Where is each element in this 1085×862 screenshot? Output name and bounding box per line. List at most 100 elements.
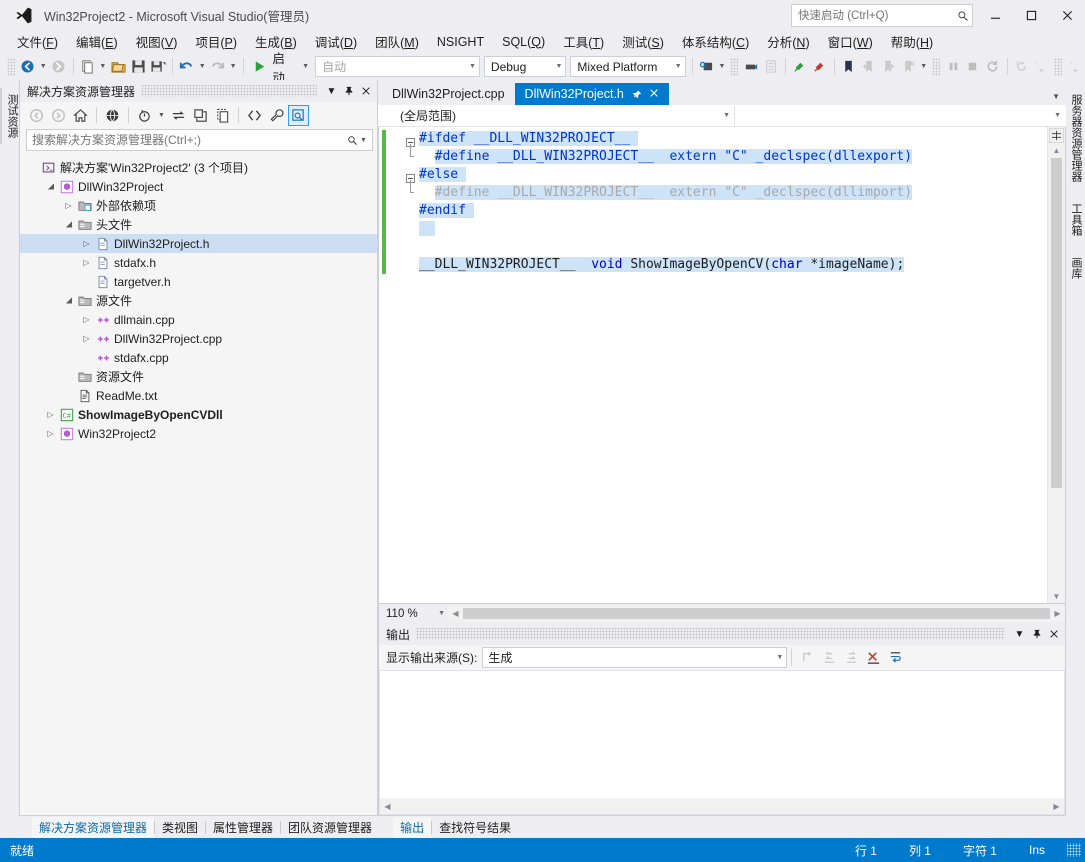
chevron-right-icon[interactable]: ▷ — [80, 258, 93, 267]
toolbar-grip-4[interactable] — [1054, 57, 1063, 76]
scroll-up-arrow[interactable]: ▲ — [1049, 143, 1064, 157]
toolbar-grip-2[interactable] — [730, 57, 739, 76]
chevron-right-icon[interactable]: ▷ — [80, 334, 93, 343]
scroll-right-arrow[interactable]: ▶ — [1050, 609, 1065, 618]
toggle-wordwrap-icon[interactable] — [884, 647, 906, 668]
scroll-down-arrow[interactable]: ▼ — [1049, 589, 1064, 603]
output-menu-icon[interactable]: ▼ — [1011, 625, 1028, 643]
navigate-backward-icon[interactable] — [18, 56, 38, 78]
editor-horizontal-scrollbar[interactable]: ◀ ▶ — [448, 605, 1065, 622]
menu-item-14[interactable]: 窗口(W) — [819, 30, 882, 53]
pin-icon[interactable] — [632, 88, 642, 101]
horizontal-scroll-thumb[interactable] — [463, 608, 1050, 619]
menu-item-3[interactable]: 视图(V) — [127, 30, 187, 53]
tree-item[interactable]: ▷ Win32Project2 — [20, 424, 377, 443]
chevron-down-icon[interactable]: ◢ — [46, 180, 55, 193]
menu-item-1[interactable]: 文件(F) — [8, 30, 67, 53]
dock-tab-1[interactable]: 解决方案资源管理器 — [32, 816, 155, 838]
output-horizontal-scrollbar[interactable]: ◀ ▶ — [379, 798, 1065, 815]
pin-icon[interactable] — [340, 82, 357, 100]
undo-icon[interactable] — [177, 56, 197, 78]
attach-to-process-icon[interactable] — [697, 56, 717, 78]
clear-all-icon[interactable] — [862, 647, 884, 668]
dock-tab-6[interactable]: 查找符号结果 — [432, 817, 518, 838]
chevron-right-icon[interactable]: ▷ — [62, 201, 75, 210]
pending-changes-icon[interactable] — [134, 105, 155, 126]
dock-tab-5[interactable]: 输出 — [393, 816, 432, 838]
code-view-icon[interactable] — [244, 105, 265, 126]
toolbar-grip[interactable] — [7, 57, 15, 76]
tree-item[interactable]: ◢ 源文件 — [20, 291, 377, 310]
splitter-handle[interactable] — [1049, 128, 1064, 143]
add-bookmark-icon[interactable] — [790, 56, 810, 78]
tree-item[interactable]: ▷ DllWin32Project.h — [20, 234, 377, 253]
tree-item[interactable]: ◢ DllWin32Project — [20, 177, 377, 196]
member-combo[interactable]: ▼ — [735, 106, 1066, 126]
right-rail-tab-2[interactable]: 工具箱 — [1066, 197, 1085, 242]
pane-menu-icon[interactable]: ▼ — [323, 82, 340, 100]
tree-item[interactable]: stdafx.cpp — [20, 348, 377, 367]
show-all-files-icon[interactable] — [212, 105, 233, 126]
quick-launch[interactable] — [791, 4, 973, 27]
open-file-icon[interactable] — [108, 56, 128, 78]
resize-grip-icon[interactable] — [1067, 843, 1081, 857]
vertical-scroll-thumb[interactable] — [1051, 158, 1062, 488]
output-source-combo[interactable]: 生成 ▼ — [482, 647, 788, 668]
menu-item-6[interactable]: 调试(D) — [306, 30, 366, 53]
menu-item-8[interactable]: NSIGHT — [428, 33, 493, 51]
remove-bookmark-icon[interactable] — [810, 56, 830, 78]
close-icon[interactable] — [649, 87, 659, 101]
tree-item[interactable]: ▷ C# ShowImageByOpenCVDll — [20, 405, 377, 424]
menu-item-10[interactable]: 工具(T) — [554, 30, 613, 53]
save-all-icon[interactable] — [148, 56, 168, 78]
pane-drag-dots[interactable] — [141, 85, 317, 97]
solution-tree[interactable]: 解决方案'Win32Project2' (3 个项目) ◢ DllWin32Proj… — [20, 154, 377, 815]
zoom-combo[interactable]: 110 % ▼ — [381, 605, 448, 622]
dock-tab-3[interactable]: 属性管理器 — [206, 817, 280, 838]
dock-tab-4[interactable]: 团队资源管理器 — [281, 817, 379, 838]
scroll-left-arrow[interactable]: ◀ — [448, 609, 463, 618]
redo-dropdown[interactable]: ▼ — [228, 56, 239, 78]
scope-combo[interactable]: (全局范围) ▼ — [378, 105, 735, 126]
vertical-scroll-track[interactable] — [1049, 157, 1064, 589]
attach-dropdown[interactable]: ▼ — [716, 56, 727, 78]
toggle-bookmark-icon[interactable] — [839, 56, 859, 78]
editor-tab-1[interactable]: DllWin32Project.cpp — [382, 83, 515, 105]
output-text-area[interactable] — [379, 670, 1065, 798]
quick-launch-input[interactable] — [792, 8, 954, 23]
solution-configuration-combo[interactable]: Debug ▼ — [483, 56, 567, 77]
menu-item-4[interactable]: 项目(P) — [186, 30, 246, 53]
chevron-right-icon[interactable]: ▷ — [80, 239, 93, 248]
dock-tab-2[interactable]: 类视图 — [155, 817, 205, 838]
chevron-right-icon[interactable]: ▷ — [44, 410, 57, 419]
editor-tab-2[interactable]: DllWin32Project.h — [514, 83, 669, 105]
menu-item-7[interactable]: 团队(M) — [366, 30, 428, 53]
menu-item-12[interactable]: 体系结构(C) — [673, 30, 758, 53]
step-into-icon[interactable] — [741, 56, 761, 78]
search-options-dropdown[interactable]: ▼ — [360, 137, 372, 144]
save-icon[interactable] — [128, 56, 148, 78]
output-drag-dots[interactable] — [416, 628, 1005, 640]
tree-item[interactable]: ◢ 头文件 — [20, 215, 377, 234]
tree-item[interactable]: 解决方案'Win32Project2' (3 个项目) — [20, 158, 377, 177]
pending-changes-dropdown[interactable]: ▼ — [156, 104, 167, 126]
tree-item[interactable]: targetver.h — [20, 272, 377, 291]
home-icon[interactable] — [70, 105, 91, 126]
sync-icon[interactable] — [168, 105, 189, 126]
preview-selected-items-icon[interactable] — [288, 104, 309, 126]
right-rail-tab-1[interactable]: 服务器资源管理器 — [1066, 88, 1085, 188]
close-icon[interactable] — [1049, 0, 1085, 30]
properties-icon[interactable] — [266, 105, 287, 126]
new-project-dropdown[interactable]: ▼ — [97, 56, 108, 78]
code-text[interactable]: #ifdef __DLL_WIN32PROJECT__ #define __DL… — [419, 127, 1047, 603]
maximize-icon[interactable] — [1013, 0, 1049, 30]
toolbar-grip-3[interactable] — [932, 57, 941, 76]
bookmark-overflow[interactable]: ▼ — [918, 56, 929, 78]
solution-platform-combo[interactable]: Mixed Platform ▼ — [570, 56, 686, 77]
menu-item-11[interactable]: 测试(S) — [613, 30, 673, 53]
menu-item-9[interactable]: SQL(Q) — [493, 33, 554, 51]
tree-item[interactable]: ▷ 外部依赖项 — [20, 196, 377, 215]
navigate-backward-dropdown[interactable]: ▼ — [38, 56, 49, 78]
scroll-right-arrow[interactable]: ▶ — [1049, 802, 1064, 811]
right-rail-tab-3[interactable]: 画库 — [1066, 251, 1085, 285]
